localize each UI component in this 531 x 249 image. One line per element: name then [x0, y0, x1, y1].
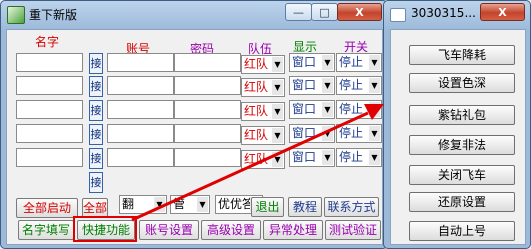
option-select-2[interactable]: 管 ▼ — [170, 195, 210, 214]
exit-button[interactable]: 退出 — [251, 197, 284, 217]
team-select[interactable]: 红队 ▼ — [241, 55, 285, 74]
all-button[interactable]: 全部 — [82, 198, 108, 218]
minimize-button[interactable]: — — [285, 3, 312, 21]
chevron-down-icon: ▼ — [369, 55, 380, 70]
maximize-button[interactable]: □ — [311, 3, 338, 21]
close-button[interactable]: X — [337, 3, 382, 21]
chevron-down-icon: ▼ — [154, 197, 165, 212]
chevron-down-icon: ▼ — [272, 128, 283, 143]
main-client: 名字 账号 密码 队伍 显示 开关 接 红队 ▼ 窗口 ▼ 停止 ▼ 接 红队 ▼ 窗口… — [6, 29, 383, 245]
display-select[interactable]: 窗口 ▼ — [289, 148, 335, 167]
connect-button[interactable]: 接 — [89, 172, 103, 193]
fix-illegal-button[interactable]: 修复非法 — [409, 135, 515, 155]
display-select[interactable]: 窗口 ▼ — [289, 53, 335, 72]
main-titlebar[interactable]: 重下新版 — □ X — [1, 1, 387, 27]
header-name: 名字 — [35, 35, 60, 49]
chevron-down-icon: ▼ — [272, 104, 283, 119]
connect-button[interactable]: 接 — [89, 124, 103, 145]
chevron-down-icon: ▼ — [272, 80, 283, 95]
password-input[interactable] — [174, 53, 241, 72]
account-input[interactable] — [107, 76, 174, 95]
exception-handling-button[interactable]: 异常处理 — [263, 220, 323, 240]
set-color-depth-button[interactable]: 设置色深 — [409, 73, 515, 93]
chevron-down-icon: ▼ — [369, 126, 380, 141]
account-input[interactable] — [107, 124, 174, 143]
app-icon — [7, 6, 25, 24]
account-settings-button[interactable]: 账号设置 — [139, 220, 199, 240]
connect-button[interactable]: 接 — [89, 100, 103, 121]
quick-functions-highlight — [73, 216, 137, 242]
name-input[interactable] — [16, 124, 83, 143]
account-input[interactable] — [107, 100, 174, 119]
name-input[interactable] — [16, 76, 83, 95]
switch-select[interactable]: 停止 ▼ — [336, 148, 382, 167]
chevron-down-icon: ▼ — [322, 55, 333, 70]
chevron-down-icon: ▼ — [322, 150, 333, 165]
start-all-button[interactable]: 全部启动 — [16, 198, 78, 218]
connect-button[interactable]: 接 — [89, 148, 103, 169]
popup-titlebar[interactable]: 3030315... X — [384, 1, 530, 27]
name-input[interactable] — [16, 53, 83, 72]
connect-button[interactable]: 接 — [89, 76, 103, 97]
display-select[interactable]: 窗口 ▼ — [289, 124, 335, 143]
name-input[interactable] — [16, 100, 83, 119]
chevron-down-icon: ▼ — [272, 152, 283, 167]
password-input[interactable] — [174, 148, 241, 167]
connect-button[interactable]: 接 — [89, 53, 103, 74]
switch-select[interactable]: 停止 ▼ — [336, 53, 382, 72]
switch-select[interactable]: 停止 ▼ — [336, 100, 382, 119]
close-button[interactable]: X — [480, 3, 525, 21]
password-input[interactable] — [174, 124, 241, 143]
reduce-cost-button[interactable]: 飞车降耗 — [409, 45, 515, 65]
display-select[interactable]: 窗口 ▼ — [289, 100, 335, 119]
switch-select[interactable]: 停止 ▼ — [336, 124, 382, 143]
popup-window: 3030315... X 飞车降耗 设置色深 紫钻礼包 修复非法 关闭飞车 还原… — [383, 0, 531, 249]
test-verify-button[interactable]: 测试验证 — [325, 220, 381, 240]
auto-login-button[interactable]: 自动上号 — [409, 221, 515, 241]
main-window: 重下新版 — □ X 名字 账号 密码 队伍 显示 开关 接 红队 ▼ 窗口 ▼ 停… — [0, 0, 388, 249]
account-input[interactable] — [107, 53, 174, 72]
chevron-down-icon: ▼ — [369, 150, 380, 165]
option-select-1[interactable]: 翻 ▼ — [119, 195, 167, 214]
window-title: 重下新版 — [29, 8, 78, 22]
contact-button[interactable]: 联系方式 — [324, 197, 379, 217]
team-select[interactable]: 红队 ▼ — [241, 150, 285, 169]
chevron-down-icon: ▼ — [322, 126, 333, 141]
chevron-down-icon: ▼ — [272, 57, 283, 72]
advanced-settings-button[interactable]: 高级设置 — [201, 220, 261, 240]
purple-diamond-gift-button[interactable]: 紫钻礼包 — [409, 105, 515, 125]
restore-settings-button[interactable]: 还原设置 — [409, 192, 515, 212]
team-select[interactable]: 红队 ▼ — [241, 102, 285, 121]
password-input[interactable] — [174, 100, 241, 119]
chevron-down-icon: ▼ — [322, 102, 333, 117]
popup-title: 3030315... — [411, 6, 476, 20]
chevron-down-icon: ▼ — [197, 197, 208, 212]
name-input[interactable] — [16, 148, 83, 167]
team-select[interactable]: 红队 ▼ — [241, 78, 285, 97]
chevron-down-icon: ▼ — [369, 78, 380, 93]
chevron-down-icon: ▼ — [322, 78, 333, 93]
fill-names-button[interactable]: 名字填写 — [18, 220, 74, 240]
password-input[interactable] — [174, 76, 241, 95]
account-input[interactable] — [107, 148, 174, 167]
popup-client: 飞车降耗 设置色深 紫钻礼包 修复非法 关闭飞车 还原设置 自动上号 — [390, 29, 526, 245]
display-select[interactable]: 窗口 ▼ — [289, 76, 335, 95]
window-icon — [390, 8, 406, 22]
chevron-down-icon: ▼ — [369, 102, 380, 117]
tutorial-button[interactable]: 教程 — [288, 197, 322, 217]
close-car-button[interactable]: 关闭飞车 — [409, 165, 515, 185]
team-select[interactable]: 红队 ▼ — [241, 126, 285, 145]
switch-select[interactable]: 停止 ▼ — [336, 76, 382, 95]
